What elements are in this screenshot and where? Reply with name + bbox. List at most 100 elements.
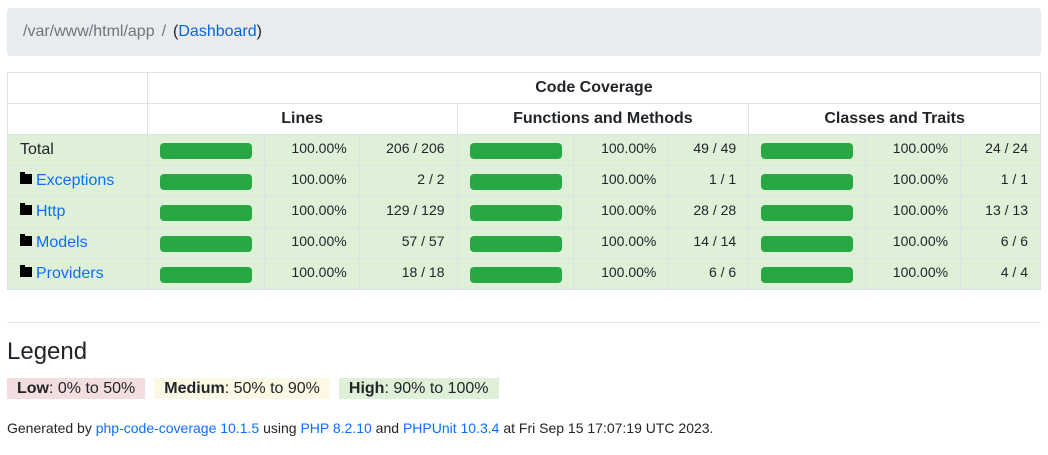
footer-text-1: Generated by [7, 420, 96, 436]
row-name-cell: Providers [7, 258, 148, 290]
functions-count: 1 / 1 [668, 165, 750, 197]
coverage-table: Code Coverage Lines Functions and Method… [7, 72, 1042, 290]
row-name-cell: Exceptions [7, 165, 148, 197]
footer-text-3: and [371, 420, 403, 436]
lines-percent: 100.00% [263, 134, 360, 166]
folder-icon [20, 172, 32, 184]
classes-count: 24 / 24 [960, 134, 1041, 166]
footer-text-2: using [259, 420, 301, 436]
directory-link[interactable]: Models [36, 234, 88, 251]
classes-count: 4 / 4 [960, 258, 1041, 290]
legend: Low: 0% to 50% Medium: 50% to 90% High: … [7, 378, 499, 399]
table-row: Providers 100.00% 18 / 18 100.00% 6 / 6 100.0… [7, 258, 1041, 290]
functions-bar-cell [456, 258, 575, 290]
classes-count: 6 / 6 [960, 227, 1041, 259]
row-name-cell: Total [7, 134, 148, 166]
functions-percent: 100.00% [573, 258, 670, 290]
header-row-sub: Lines Functions and Methods Classes and … [7, 103, 1041, 135]
folder-icon [20, 265, 32, 277]
php-link[interactable]: PHP 8.2.10 [300, 420, 371, 436]
lines-progress-bar [159, 236, 252, 252]
table-row: Models 100.00% 57 / 57 100.00% 14 / 14 100.00… [7, 227, 1041, 259]
row-name-cell: Http [7, 196, 148, 228]
classes-bar-cell [748, 134, 867, 166]
row-name: Total [20, 141, 54, 158]
lines-bar-cell [146, 134, 265, 166]
functions-progress-bar [469, 174, 562, 190]
lines-count: 206 / 206 [358, 134, 458, 166]
functions-count: 14 / 14 [668, 227, 750, 259]
classes-percent: 100.00% [865, 165, 962, 197]
directory-link[interactable]: Providers [36, 265, 104, 282]
lines-count: 129 / 129 [358, 196, 458, 228]
table-row: Exceptions 100.00% 2 / 2 100.00% 1 / 1 100.00… [7, 165, 1041, 197]
functions-progress-bar [469, 236, 562, 252]
header-row-main: Code Coverage [7, 72, 1042, 104]
classes-progress-bar [761, 205, 854, 221]
classes-progress-bar [761, 143, 854, 159]
header-empty-cell [7, 72, 148, 104]
lines-bar-cell [146, 258, 265, 290]
classes-bar-cell [748, 165, 867, 197]
legend-medium-range: : 50% to 90% [224, 380, 320, 397]
functions-bar-cell [456, 227, 575, 259]
classes-count: 13 / 13 [960, 196, 1041, 228]
header-classes: Classes and Traits [748, 103, 1041, 135]
functions-percent: 100.00% [573, 227, 670, 259]
php-code-coverage-link[interactable]: php-code-coverage 10.1.5 [96, 420, 259, 436]
legend-title: Legend [7, 338, 88, 365]
lines-percent: 100.00% [263, 258, 360, 290]
row-name-cell: Models [7, 227, 148, 259]
breadcrumb: /var/www/html/app / (Dashboard) [7, 8, 1041, 56]
breadcrumb-separator: / [161, 23, 167, 40]
directory-link[interactable]: Http [36, 203, 65, 220]
classes-bar-cell [748, 196, 867, 228]
legend-low-label: Low [17, 380, 49, 397]
legend-high-range: : 90% to 100% [384, 380, 489, 397]
lines-bar-cell [146, 196, 265, 228]
legend-low: Low: 0% to 50% [7, 378, 146, 399]
functions-progress-bar [469, 205, 562, 221]
functions-count: 6 / 6 [668, 258, 750, 290]
phpunit-link[interactable]: PHPUnit 10.3.4 [403, 420, 500, 436]
classes-count: 1 / 1 [960, 165, 1041, 197]
table-row: Total 100.00% 206 / 206 100.00% 49 / 49 100.0… [7, 134, 1041, 166]
legend-medium: Medium: 50% to 90% [154, 378, 330, 399]
header-lines: Lines [146, 103, 458, 135]
breadcrumb-close-paren: ) [256, 23, 262, 40]
footer: Generated by php-code-coverage 10.1.5 us… [7, 420, 713, 436]
lines-bar-cell [146, 227, 265, 259]
divider [7, 322, 1041, 323]
classes-bar-cell [748, 258, 867, 290]
lines-bar-cell [146, 165, 265, 197]
footer-text-4: at Fri Sep 15 17:07:19 UTC 2023. [499, 420, 714, 436]
functions-percent: 100.00% [573, 196, 670, 228]
header-functions: Functions and Methods [456, 103, 750, 135]
lines-progress-bar [159, 143, 252, 159]
legend-low-range: : 0% to 50% [49, 380, 136, 397]
legend-medium-label: Medium [164, 380, 225, 397]
functions-percent: 100.00% [573, 134, 670, 166]
lines-percent: 100.00% [263, 165, 360, 197]
functions-bar-cell [456, 134, 575, 166]
classes-percent: 100.00% [865, 134, 962, 166]
functions-count: 49 / 49 [668, 134, 750, 166]
classes-progress-bar [761, 267, 854, 283]
header-empty-cell-2 [7, 103, 148, 135]
classes-percent: 100.00% [865, 196, 962, 228]
dashboard-link[interactable]: Dashboard [178, 23, 256, 41]
lines-count: 57 / 57 [358, 227, 458, 259]
directory-link[interactable]: Exceptions [36, 172, 114, 189]
classes-bar-cell [748, 227, 867, 259]
legend-high: High: 90% to 100% [338, 378, 499, 399]
lines-progress-bar [159, 174, 252, 190]
table-row: Http 100.00% 129 / 129 100.00% 28 / 28 100.00… [7, 196, 1041, 228]
classes-progress-bar [761, 174, 854, 190]
lines-count: 2 / 2 [358, 165, 458, 197]
breadcrumb-path: /var/www/html/app [23, 23, 155, 40]
lines-percent: 100.00% [263, 196, 360, 228]
functions-percent: 100.00% [573, 165, 670, 197]
lines-percent: 100.00% [263, 227, 360, 259]
folder-icon [20, 203, 32, 215]
header-code-coverage: Code Coverage [146, 72, 1042, 104]
